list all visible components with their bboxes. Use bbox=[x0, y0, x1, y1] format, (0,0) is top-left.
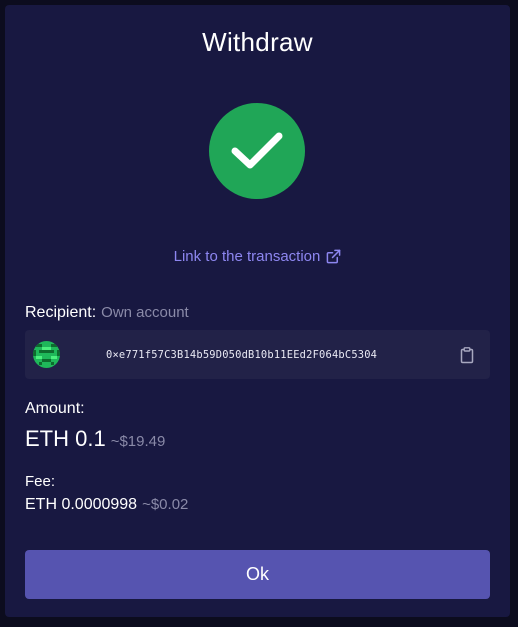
fee-label: Fee: bbox=[25, 473, 56, 490]
recipient-address: 0×e771f57C3B14b59D050dB10b11EEd2F064bC53… bbox=[106, 348, 378, 361]
transaction-link-label: Link to the transaction bbox=[173, 248, 321, 265]
withdraw-dialog: Withdraw Link to the transaction Recipie… bbox=[5, 5, 510, 617]
checkmark-icon bbox=[231, 132, 283, 169]
transaction-link[interactable]: Link to the transaction bbox=[5, 248, 510, 265]
dialog-title: Withdraw bbox=[202, 27, 313, 57]
amount-value: ETH 0.1 bbox=[25, 426, 106, 451]
recipient-label: Recipient: bbox=[25, 304, 97, 321]
fee-value: ETH 0.0000998 bbox=[25, 496, 138, 513]
identicon-avatar bbox=[33, 341, 60, 368]
clipboard-icon bbox=[460, 347, 474, 364]
ok-button[interactable]: Ok bbox=[25, 550, 490, 599]
recipient-type: Own account bbox=[101, 304, 189, 321]
recipient-address-box: 0×e771f57C3B14b59D050dB10b11EEd2F064bC53… bbox=[25, 330, 490, 379]
amount-usd: ~$19.49 bbox=[110, 433, 166, 450]
recipient-row: Recipient: Own account bbox=[25, 304, 189, 322]
amount-row: ETH 0.1 ~$19.49 bbox=[25, 426, 165, 452]
fee-usd: ~$0.02 bbox=[142, 496, 189, 513]
copy-address-button[interactable] bbox=[458, 346, 476, 364]
amount-label: Amount: bbox=[25, 400, 85, 417]
external-link-icon bbox=[327, 249, 341, 264]
success-badge bbox=[209, 103, 305, 199]
fee-row: ETH 0.0000998 ~$0.02 bbox=[25, 496, 188, 514]
